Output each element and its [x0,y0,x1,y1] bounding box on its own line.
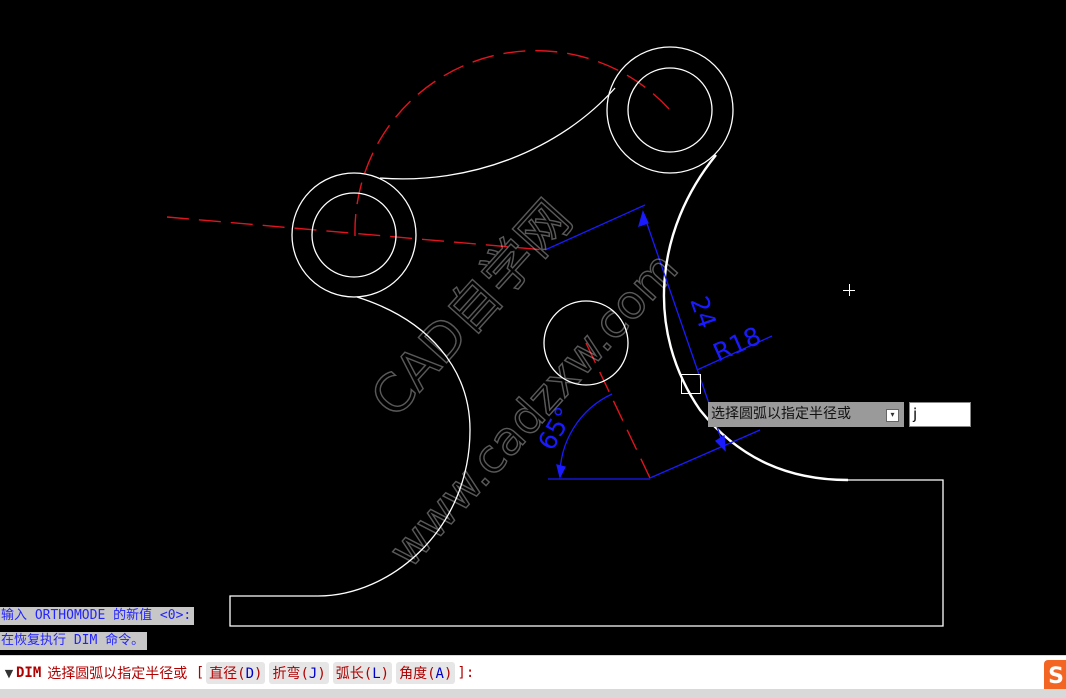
right-boss-outer [606,46,734,174]
lower-profile [229,296,944,627]
option-angle[interactable]: 角度(A) [396,662,456,684]
command-prompt: 选择圆弧以指定半径或 [47,666,188,682]
dynamic-input-field[interactable]: j [909,402,971,427]
left-boss-hole [311,192,397,278]
left-boss-outer [291,172,417,298]
command-name: DIM [16,665,42,681]
options-close-bracket: ]: [457,665,475,681]
command-history-line-2: 在恢复执行 DIM 命令。 [0,632,148,650]
tooltip-text: 选择圆弧以指定半径或 [711,406,851,422]
centerlines [166,49,671,479]
ext-line-2 [649,429,761,479]
ext-line-1 [544,204,646,251]
option-arc-length[interactable]: 弧长(L) [332,662,393,684]
cursor-crosshair-vertical [849,284,850,296]
dynamic-prompt-tooltip: 选择圆弧以指定半径或 ▾ [708,402,904,427]
command-history-toggle-icon[interactable]: ▼ [2,667,16,680]
dim-text-r18: R18 [709,321,766,367]
dim-text-angle: 65° [532,402,579,455]
status-bar [0,689,1066,698]
command-line[interactable]: ▼ DIM 选择圆弧以指定半径或 [ 直径(D) 折弯(J) 弧长(L) 角度(… [0,655,1066,690]
centerline-horizontal [166,216,546,251]
centerline-angled [585,342,651,479]
pickbox-cursor [681,374,701,394]
angle-arrow [556,464,566,479]
part-outline [229,46,944,627]
arrowhead-top [638,210,649,228]
dimension-texts: 24 R18 65° [532,293,765,455]
option-jogged[interactable]: 折弯(J) [269,662,329,684]
expand-down-icon[interactable]: ▾ [886,409,899,422]
option-diameter[interactable]: 直径(D) [206,662,266,684]
dim-text-24: 24 [684,293,722,333]
centerline-arc [354,49,671,237]
right-boss-hole [627,67,713,153]
upper-link-arc [379,87,616,180]
drawing-canvas[interactable]: 24 R18 65° [0,0,1066,655]
options-open-bracket: [ [187,665,205,681]
command-history-line-1: 输入 ORTHOMODE 的新值 <0>: [0,607,195,625]
